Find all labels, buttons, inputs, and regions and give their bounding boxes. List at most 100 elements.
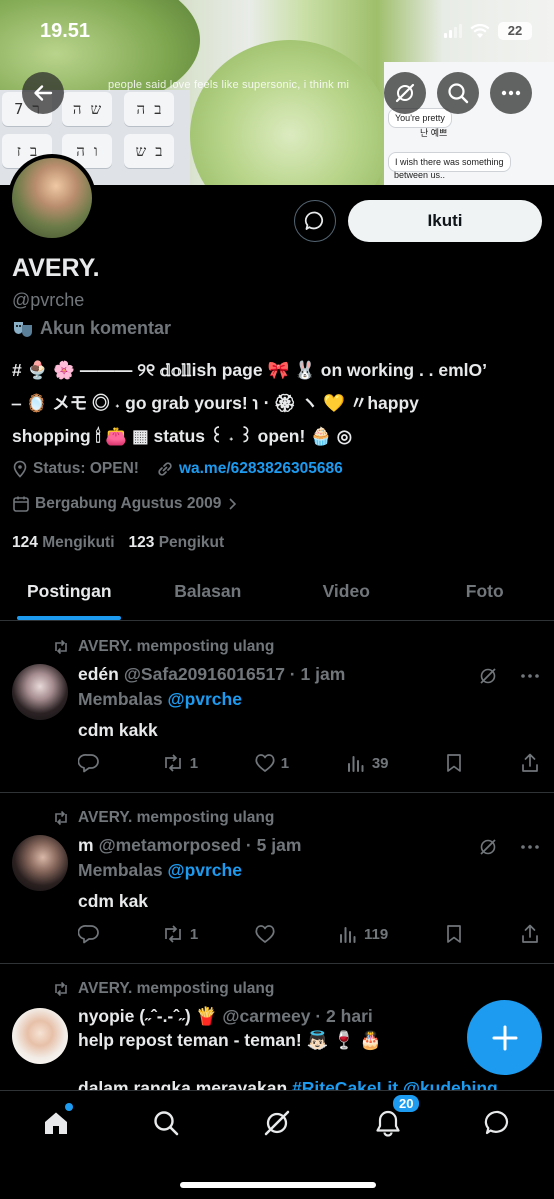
profile-meta-row: Status: OPEN! wa.me/6283826305686 bbox=[12, 460, 343, 478]
more-icon[interactable] bbox=[520, 666, 540, 686]
unread-dot bbox=[65, 1103, 73, 1111]
post-text-plain: dalam rangka merayakan bbox=[78, 1078, 293, 1090]
following-link[interactable]: 124 Mengikuti bbox=[12, 534, 115, 552]
reply-mention-link[interactable]: @pvrche bbox=[168, 860, 242, 880]
like-button[interactable] bbox=[254, 923, 281, 945]
profile-bio: # 🍨 🌸 ——— ୨୧ 𝕕𝕠𝕝𝕝ish page 🎀 🐰 on working… bbox=[12, 354, 544, 453]
grok-icon[interactable] bbox=[478, 666, 498, 686]
reply-button[interactable] bbox=[78, 752, 105, 774]
reply-mention-link[interactable]: @pvrche bbox=[168, 689, 242, 709]
repost-icon bbox=[55, 981, 67, 997]
joined-date: Bergabung Agustus 2009 bbox=[35, 495, 222, 512]
calendar-icon bbox=[13, 496, 29, 512]
post-text: help repost teman - teman! 👼🏻 🍷 🎂 bbox=[78, 1030, 382, 1050]
profile-avatar[interactable] bbox=[8, 154, 96, 242]
share-icon bbox=[522, 924, 538, 943]
following-count: 124 bbox=[12, 534, 38, 551]
repost-context: AVERY. memposting ulang bbox=[52, 638, 274, 656]
repost-context: AVERY. memposting ulang bbox=[52, 980, 274, 998]
views-button[interactable]: 119 bbox=[337, 923, 388, 945]
banner-leaf-closeup bbox=[190, 40, 390, 185]
grok-icon[interactable] bbox=[478, 837, 498, 857]
profile-location: Status: OPEN! bbox=[33, 460, 139, 477]
profile-photo bbox=[12, 158, 92, 238]
tab-video[interactable]: Video bbox=[277, 568, 416, 620]
post-item[interactable]: AVERY. memposting ulang edén @Safa209160… bbox=[0, 622, 554, 793]
tab-photo[interactable]: Foto bbox=[416, 568, 554, 620]
status-time: 19.51 bbox=[40, 20, 91, 42]
banner-caption: people said love feels like supersonic, … bbox=[108, 79, 350, 91]
status-icons: 22 bbox=[444, 22, 532, 40]
profile-website-link[interactable]: wa.me/6283826305686 bbox=[179, 460, 343, 478]
post-author-meta: @Safa20916016517 · 1 jam bbox=[123, 664, 346, 684]
share-button[interactable] bbox=[520, 923, 540, 945]
post-author-name[interactable]: edén bbox=[78, 664, 119, 685]
bookmark-icon bbox=[447, 754, 462, 772]
location-pin-icon bbox=[13, 460, 27, 478]
banner-chat-bubble: between us.. bbox=[394, 170, 446, 180]
nav-messages[interactable] bbox=[473, 1103, 523, 1143]
grok-icon bbox=[264, 1110, 290, 1136]
heart-icon bbox=[255, 754, 275, 772]
bio-line: shopping 🕯 👛 ▦ status ꒰ ˖ ꒱ open! 🧁 ◎ bbox=[12, 426, 353, 446]
chevron-right-icon[interactable] bbox=[226, 497, 238, 511]
message-button[interactable] bbox=[294, 200, 336, 242]
post-author-meta: @metamorposed · 5 jam bbox=[98, 835, 302, 855]
reply-button[interactable] bbox=[78, 923, 105, 945]
follow-counts: 124 Mengikuti 123 Pengikut bbox=[12, 534, 224, 552]
follow-button[interactable]: Ikuti bbox=[348, 200, 542, 242]
tab-replies[interactable]: Balasan bbox=[139, 568, 278, 620]
post-author-name[interactable]: m bbox=[78, 835, 94, 856]
view-count: 39 bbox=[371, 754, 389, 772]
nav-home[interactable] bbox=[31, 1103, 81, 1143]
post-header: m @metamorposed · 5 jam bbox=[78, 835, 301, 856]
repost-button[interactable]: 1 bbox=[161, 752, 198, 774]
post-item[interactable]: AVERY. memposting ulang m @metamorposed … bbox=[0, 793, 554, 964]
analytics-icon bbox=[347, 756, 364, 772]
repost-button[interactable]: 1 bbox=[161, 923, 198, 945]
reply-icon bbox=[78, 754, 99, 773]
followers-count: 123 bbox=[128, 534, 155, 551]
tab-posts[interactable]: Postingan bbox=[0, 568, 139, 620]
repost-context: AVERY. memposting ulang bbox=[52, 809, 274, 827]
followers-link[interactable]: 123 Pengikut bbox=[129, 534, 225, 552]
profile-joined-row: Bergabung Agustus 2009 bbox=[12, 495, 238, 513]
post-author-meta: @carmeey · 2 hari bbox=[222, 1006, 373, 1026]
following-label: Mengikuti bbox=[42, 534, 115, 551]
tab-label: Balasan bbox=[174, 581, 242, 601]
nav-search[interactable] bbox=[141, 1103, 191, 1143]
post-avatar[interactable] bbox=[12, 664, 68, 720]
search-icon bbox=[154, 1111, 179, 1136]
hashtag-link[interactable]: #RiteCakeLit @kudebing bbox=[292, 1078, 498, 1090]
post-text: cdm kakk bbox=[78, 720, 158, 740]
home-indicator bbox=[180, 1182, 376, 1188]
compose-post-button[interactable] bbox=[467, 1000, 542, 1075]
cellular-signal-icon bbox=[444, 24, 462, 38]
repost-icon bbox=[164, 754, 181, 772]
search-button[interactable] bbox=[437, 72, 479, 114]
nav-grok[interactable] bbox=[252, 1103, 302, 1143]
more-icon bbox=[501, 90, 521, 96]
views-button[interactable]: 39 bbox=[345, 752, 389, 774]
repost-label: AVERY. memposting ulang bbox=[78, 809, 275, 826]
analytics-icon bbox=[340, 927, 356, 943]
post-author-name[interactable]: nyopie (˶ˆ-.-ˆ˶) 🍟 bbox=[78, 1006, 217, 1027]
post-avatar[interactable] bbox=[12, 835, 68, 891]
chat-bubble-icon bbox=[484, 1110, 509, 1135]
more-icon[interactable] bbox=[520, 837, 540, 857]
bookmark-button[interactable] bbox=[444, 752, 464, 774]
active-tab-indicator bbox=[17, 616, 122, 620]
repost-label: AVERY. memposting ulang bbox=[78, 980, 275, 997]
grok-icon bbox=[395, 83, 415, 103]
grok-button[interactable] bbox=[384, 72, 426, 114]
profile-category: Akun komentar bbox=[12, 318, 171, 339]
like-button[interactable]: 1 bbox=[254, 752, 289, 774]
bio-line: # 🍨 🌸 ——— ୨୧ 𝕕𝕠𝕝𝕝ish page 🎀 🐰 on working… bbox=[12, 360, 488, 380]
repost-icon bbox=[165, 925, 181, 943]
nav-notifications[interactable]: 20 bbox=[363, 1093, 422, 1143]
share-button[interactable] bbox=[520, 752, 540, 774]
more-options-button[interactable] bbox=[490, 72, 532, 114]
post-avatar[interactable] bbox=[12, 1008, 68, 1064]
back-button[interactable] bbox=[22, 72, 64, 114]
bookmark-button[interactable] bbox=[444, 923, 464, 945]
